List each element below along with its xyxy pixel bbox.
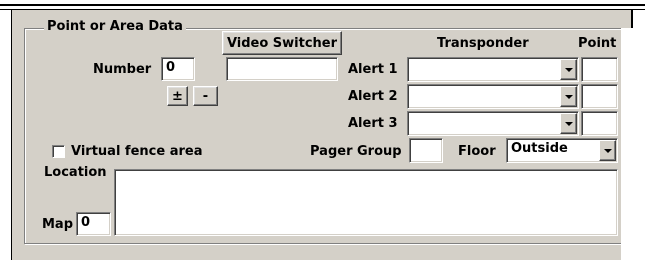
floor-label: Floor — [458, 144, 496, 159]
floor-value: Outside — [511, 141, 568, 156]
virtual-fence-label: Virtual fence area — [71, 144, 203, 159]
location-label: Location — [44, 165, 107, 180]
alert-3-point-field[interactable] — [581, 111, 618, 136]
alert-2-point-field[interactable] — [581, 84, 618, 109]
number-field[interactable]: 0 — [161, 57, 195, 81]
transponder-header: Transponder — [437, 36, 529, 51]
floor-select[interactable]: Outside — [506, 138, 618, 163]
video-switcher-button[interactable]: Video Switcher — [222, 31, 342, 55]
decrement-button[interactable]: - — [193, 86, 218, 106]
alert-1-transponder-select[interactable] — [407, 57, 579, 82]
alert-2-label: Alert 2 — [348, 89, 398, 104]
video-switcher-field[interactable] — [226, 57, 338, 81]
chevron-down-icon[interactable] — [560, 59, 577, 80]
chevron-down-icon[interactable] — [560, 86, 577, 107]
number-label: Number — [93, 62, 152, 77]
virtual-fence-checkbox[interactable] — [52, 145, 65, 158]
alert-2-transponder-select[interactable] — [407, 84, 579, 109]
increment-button[interactable]: ± — [167, 86, 188, 106]
alert-1-label: Alert 1 — [348, 62, 398, 77]
chevron-down-icon[interactable] — [560, 113, 577, 134]
group-title: Point or Area Data — [44, 19, 186, 34]
right-margin — [621, 28, 645, 260]
point-header: Point — [578, 36, 617, 51]
alert-1-point-field[interactable] — [581, 57, 618, 82]
pager-group-field[interactable] — [409, 138, 443, 163]
alert-3-transponder-select[interactable] — [407, 111, 579, 136]
alert-3-label: Alert 3 — [348, 116, 398, 131]
map-label: Map — [42, 217, 74, 232]
map-field[interactable]: 0 — [76, 212, 111, 236]
location-textarea[interactable] — [114, 169, 618, 236]
chevron-down-icon[interactable] — [599, 140, 616, 161]
top-border — [0, 4, 645, 6]
pager-group-label: Pager Group — [310, 144, 402, 159]
